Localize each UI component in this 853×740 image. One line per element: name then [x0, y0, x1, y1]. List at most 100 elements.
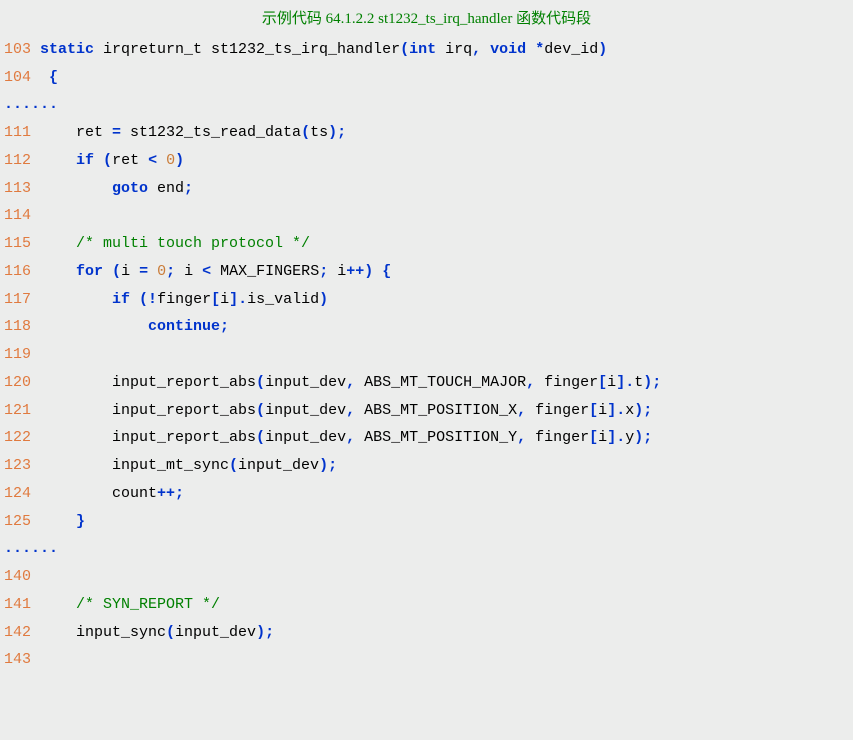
code-content: { — [40, 64, 849, 92]
token-plain: ts — [310, 124, 328, 141]
line-number: 117 — [4, 286, 40, 314]
code-line: 117 if (!finger[i].is_valid) — [4, 286, 849, 314]
token-plain: input_dev — [265, 429, 346, 446]
line-number: 141 — [4, 591, 40, 619]
token-punct: ) — [175, 152, 184, 169]
line-number: 143 — [4, 646, 40, 674]
code-content: if (!finger[i].is_valid) — [40, 286, 849, 314]
token-kw: continue — [148, 318, 220, 335]
token-punct: [ — [589, 402, 598, 419]
token-punct: (! — [139, 291, 157, 308]
token-plain: input_sync — [40, 624, 166, 641]
token-plain: dev_id — [544, 41, 598, 58]
line-number: 112 — [4, 147, 40, 175]
token-punct: ; — [319, 263, 328, 280]
line-number: 121 — [4, 397, 40, 425]
line-number: 124 — [4, 480, 40, 508]
token-plain: st1232_ts_read_data — [121, 124, 301, 141]
token-plain: t — [634, 374, 643, 391]
line-number: 104 — [4, 64, 40, 92]
token-punct: ); — [319, 457, 337, 474]
code-line: 118 continue; — [4, 313, 849, 341]
token-punct: [ — [598, 374, 607, 391]
code-line: 142 input_sync(input_dev); — [4, 619, 849, 647]
line-number: 118 — [4, 313, 40, 341]
line-number: 125 — [4, 508, 40, 536]
code-line: ...... — [4, 91, 849, 119]
code-content: ...... — [4, 535, 849, 563]
line-number: 114 — [4, 202, 40, 230]
code-line: 111 ret = st1232_ts_read_data(ts); — [4, 119, 849, 147]
token-plain: input_report_abs — [40, 429, 256, 446]
token-punct: < — [202, 263, 211, 280]
token-type: void — [490, 41, 526, 58]
token-plain: i — [607, 374, 616, 391]
token-plain: input_dev — [265, 374, 346, 391]
token-plain: irqreturn_t st1232_ts_irq_handler — [94, 41, 400, 58]
code-content: goto end; — [40, 175, 849, 203]
token-plain — [40, 263, 76, 280]
token-plain: input_dev — [175, 624, 256, 641]
token-plain — [40, 318, 148, 335]
token-punct: , — [346, 374, 355, 391]
token-punct: { — [382, 263, 391, 280]
token-plain: y — [625, 429, 634, 446]
token-punct: = — [112, 124, 121, 141]
code-block: 103static irqreturn_t st1232_ts_irq_hand… — [0, 36, 853, 682]
line-number: 123 — [4, 452, 40, 480]
code-content: /* SYN_REPORT */ — [40, 591, 849, 619]
token-plain — [148, 263, 157, 280]
code-content: static irqreturn_t st1232_ts_irq_handler… — [40, 36, 849, 64]
code-line: 123 input_mt_sync(input_dev); — [4, 452, 849, 480]
token-punct: [ — [211, 291, 220, 308]
token-kw: if — [76, 152, 94, 169]
token-plain: ret — [40, 124, 112, 141]
code-line: 125 } — [4, 508, 849, 536]
token-punct: ( — [256, 374, 265, 391]
token-punct: ) — [319, 291, 328, 308]
code-line: 140 — [4, 563, 849, 591]
line-number: 103 — [4, 36, 40, 64]
code-line: 143 — [4, 646, 849, 674]
token-comment: /* multi touch protocol */ — [76, 235, 310, 252]
line-number: 119 — [4, 341, 40, 369]
code-line: 113 goto end; — [4, 175, 849, 203]
token-punct: ]. — [616, 374, 634, 391]
token-punct: < — [148, 152, 157, 169]
code-content: /* multi touch protocol */ — [40, 230, 849, 258]
code-line: 114 — [4, 202, 849, 230]
line-number: 115 — [4, 230, 40, 258]
token-punct: , — [346, 429, 355, 446]
code-content: input_report_abs(input_dev, ABS_MT_POSIT… — [40, 424, 849, 452]
token-plain — [526, 41, 535, 58]
code-title: 示例代码 64.1.2.2 st1232_ts_irq_handler 函数代码… — [0, 0, 853, 36]
token-plain: i — [598, 429, 607, 446]
token-punct: * — [535, 41, 544, 58]
token-plain: input_report_abs — [40, 402, 256, 419]
token-punct: ( — [229, 457, 238, 474]
token-kw: for — [76, 263, 103, 280]
token-punct: ( — [256, 429, 265, 446]
line-number: 142 — [4, 619, 40, 647]
token-punct: ); — [634, 402, 652, 419]
line-number: 120 — [4, 369, 40, 397]
code-line: 124 count++; — [4, 480, 849, 508]
line-number: 116 — [4, 258, 40, 286]
code-line: 141 /* SYN_REPORT */ — [4, 591, 849, 619]
code-content — [40, 646, 849, 674]
token-plain: finger — [526, 402, 589, 419]
token-plain: i — [328, 263, 346, 280]
code-content: input_report_abs(input_dev, ABS_MT_TOUCH… — [40, 369, 849, 397]
code-content: ...... — [4, 91, 849, 119]
code-content: input_sync(input_dev); — [40, 619, 849, 647]
token-punct: ( — [112, 263, 121, 280]
token-punct: , — [346, 402, 355, 419]
token-plain — [40, 69, 49, 86]
token-plain: ABS_MT_TOUCH_MAJOR — [355, 374, 526, 391]
line-number: 140 — [4, 563, 40, 591]
token-punct: ( — [301, 124, 310, 141]
token-plain — [157, 152, 166, 169]
token-plain: ABS_MT_POSITION_Y — [355, 429, 517, 446]
token-punct: , — [472, 41, 481, 58]
line-number: 113 — [4, 175, 40, 203]
